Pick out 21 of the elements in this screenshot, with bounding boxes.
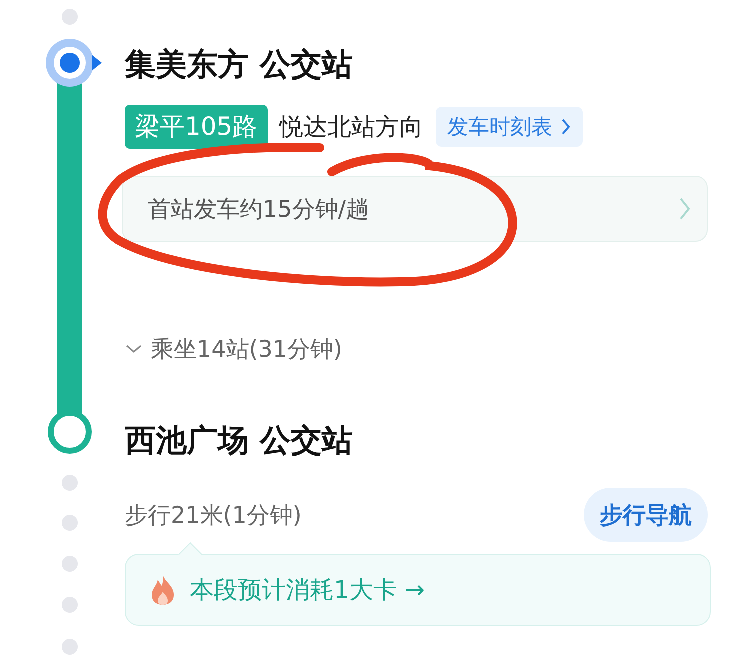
walk-navigation-button[interactable]: 步行导航: [584, 488, 708, 542]
route-dot: [62, 475, 78, 491]
calorie-text: 本段预计消耗1大卡 →: [190, 575, 426, 606]
route-dot: [62, 597, 78, 613]
route-dot: [62, 639, 78, 655]
route-dot: [62, 9, 78, 25]
station-title: 西池广场 公交站: [125, 422, 353, 461]
timetable-button[interactable]: 发车时刻表: [436, 107, 583, 147]
station-title: 集美东方 公交站: [125, 46, 353, 85]
route-dot: [62, 515, 78, 531]
start-location-icon: [46, 39, 102, 87]
chevron-right-icon: [560, 118, 571, 136]
walk-distance-text: 步行21米(1分钟): [125, 502, 302, 530]
chevron-down-icon: [125, 343, 143, 355]
direction-text: 悦达北站方向: [280, 112, 424, 143]
ride-stops-toggle[interactable]: 乘坐14站(31分钟): [125, 332, 342, 366]
bus-line-badge[interactable]: 梁平105路: [125, 105, 268, 149]
departure-info-card[interactable]: 首站发车约15分钟/趟: [122, 176, 708, 242]
flame-icon: [150, 574, 176, 606]
chevron-right-icon: [679, 197, 691, 221]
route-dot: [62, 556, 78, 572]
